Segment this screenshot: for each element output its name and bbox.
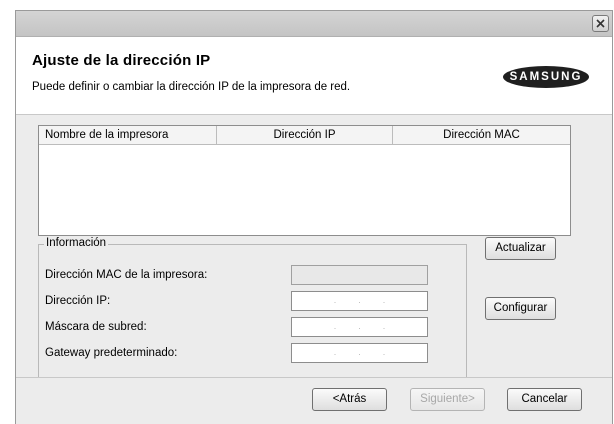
title-bar — [16, 11, 612, 37]
page-title: Ajuste de la dirección IP — [32, 52, 211, 69]
next-button[interactable]: Siguiente> — [410, 388, 485, 411]
header-panel: Ajuste de la dirección IP Puede definir … — [16, 37, 612, 115]
column-ip-address[interactable]: Dirección IP — [217, 126, 393, 144]
ip-dots: ... — [333, 295, 408, 305]
page-subtitle: Puede definir o cambiar la dirección IP … — [32, 81, 351, 93]
printer-list[interactable]: Nombre de la impresora Dirección IP Dire… — [38, 125, 571, 236]
dialog-window: Ajuste de la dirección IP Puede definir … — [15, 10, 613, 424]
ip-label: Dirección IP: — [45, 295, 111, 307]
back-button[interactable]: <Atrás — [312, 388, 387, 411]
list-header: Nombre de la impresora Dirección IP Dire… — [39, 126, 570, 145]
logo-text: SAMSUNG — [509, 71, 583, 83]
configure-button[interactable]: Configurar — [485, 297, 556, 320]
mask-dots: ... — [333, 321, 408, 331]
close-button[interactable] — [592, 15, 609, 32]
column-printer-name[interactable]: Nombre de la impresora — [39, 126, 217, 144]
footer-divider — [16, 377, 612, 378]
ip-field[interactable]: ... — [291, 291, 428, 311]
mask-label: Máscara de subred: — [45, 321, 147, 333]
info-group: Información Dirección MAC de la impresor… — [38, 237, 467, 378]
mac-label: Dirección MAC de la impresora: — [45, 269, 208, 281]
mac-field — [291, 265, 428, 285]
gateway-field[interactable]: ... — [291, 343, 428, 363]
samsung-logo: SAMSUNG — [502, 65, 590, 89]
gateway-label: Gateway predeterminado: — [45, 347, 178, 359]
gateway-dots: ... — [333, 347, 408, 357]
cancel-button[interactable]: Cancelar — [507, 388, 582, 411]
refresh-button[interactable]: Actualizar — [485, 237, 556, 260]
subnet-mask-field[interactable]: ... — [291, 317, 428, 337]
column-mac-address[interactable]: Dirección MAC — [393, 126, 570, 144]
info-legend: Información — [44, 237, 109, 249]
close-icon — [596, 19, 605, 28]
